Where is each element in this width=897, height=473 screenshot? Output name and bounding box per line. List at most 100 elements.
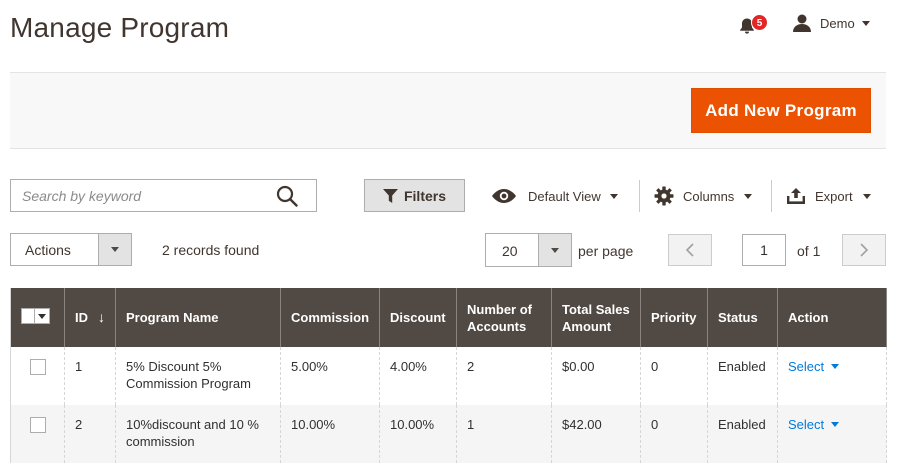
chevron-down-icon (862, 193, 871, 199)
cell-commission: 5.00% (280, 347, 380, 405)
column-header-status[interactable]: Status (707, 288, 778, 347)
column-header-label: Amount (562, 318, 612, 334)
column-header-total-sales-amount[interactable]: Total Sales Amount (551, 288, 641, 347)
cell-number-of-accounts: 2 (456, 347, 552, 405)
column-header-label: Number of (467, 301, 532, 317)
chevron-down-icon (831, 422, 840, 427)
user-name: Demo (820, 15, 855, 31)
column-header-label: Accounts (467, 318, 527, 334)
row-checkbox[interactable] (30, 359, 46, 375)
view-switcher-dropdown[interactable]: Default View (492, 184, 618, 208)
total-pages-label: of 1 (797, 243, 821, 259)
column-header-id[interactable]: ID ↓ (64, 288, 116, 347)
cell-status: Enabled (707, 405, 778, 463)
column-header-label: ID (75, 310, 88, 325)
row-action-select[interactable]: Select (788, 358, 840, 375)
cell-commission: 10.00% (280, 405, 380, 463)
gear-icon (654, 186, 674, 206)
page-title: Manage Program (10, 12, 230, 43)
program-name-text: Commission Program (126, 376, 251, 391)
cell-discount: 10.00% (379, 405, 457, 463)
column-header-program-name[interactable]: Program Name (115, 288, 281, 347)
page-actions-bar: Add New Program (10, 72, 886, 149)
chevron-down-icon (609, 193, 618, 199)
cell-priority: 0 (640, 405, 708, 463)
column-header-commission[interactable]: Commission (280, 288, 380, 347)
records-found-count: 2 records found (162, 242, 260, 258)
export-dropdown[interactable]: Export (787, 184, 871, 208)
chevron-down-icon (551, 247, 559, 253)
column-header-action: Action (777, 288, 887, 347)
cell-id: 1 (64, 347, 116, 405)
export-label: Export (815, 188, 853, 204)
mass-select-header (10, 288, 65, 347)
column-header-priority[interactable]: Priority (640, 288, 708, 347)
program-name-text: commission (126, 434, 195, 449)
row-action-select[interactable]: Select (788, 416, 840, 433)
programs-grid: ID ↓ Program Name Commission Discount Num… (10, 288, 887, 463)
cell-id: 2 (64, 405, 116, 463)
filters-button[interactable]: Filters (364, 179, 465, 212)
keyword-search (10, 179, 317, 212)
eye-icon (492, 189, 516, 203)
chevron-down-icon (861, 20, 870, 26)
cell-total-sales-amount: $0.00 (551, 347, 641, 405)
search-icon[interactable] (276, 185, 298, 207)
chevron-left-icon (686, 243, 694, 257)
table-row: 1 5% Discount 5% Commission Program 5.00%… (10, 347, 887, 405)
per-page-toggle[interactable] (538, 234, 571, 266)
chevron-down-icon (111, 247, 119, 252)
funnel-icon (382, 188, 398, 203)
row-checkbox[interactable] (30, 417, 46, 433)
chevron-right-icon (860, 243, 868, 257)
columns-dropdown[interactable]: Columns (654, 184, 753, 208)
select-label: Select (788, 359, 825, 374)
column-header-number-of-accounts[interactable]: Number of Accounts (456, 288, 552, 347)
notifications-count-badge: 5 (751, 14, 768, 31)
select-label: Select (788, 417, 825, 432)
cell-total-sales-amount: $42.00 (551, 405, 641, 463)
chevron-down-icon (35, 309, 49, 323)
sort-descending-icon: ↓ (98, 309, 105, 325)
mass-select-checkbox[interactable] (21, 308, 50, 324)
cell-program-name: 10%discount and 10 % commission (115, 405, 281, 463)
cell-discount: 4.00% (379, 347, 457, 405)
per-page-label: per page (578, 243, 634, 259)
per-page-value: 20 (502, 243, 518, 259)
cell-action: Select (777, 347, 887, 405)
user-account-menu[interactable]: Demo (792, 12, 870, 34)
actions-label: Actions (25, 242, 71, 258)
column-header-label: Total Sales (562, 301, 630, 317)
columns-label: Columns (683, 188, 735, 204)
view-label: Default View (528, 188, 601, 204)
grid-header-row: ID ↓ Program Name Commission Discount Num… (10, 288, 887, 347)
search-input[interactable] (11, 180, 271, 211)
next-page-button[interactable] (842, 234, 886, 266)
cell-number-of-accounts: 1 (456, 405, 552, 463)
add-new-program-button[interactable]: Add New Program (691, 88, 871, 133)
cell-program-name: 5% Discount 5% Commission Program (115, 347, 281, 405)
cell-status: Enabled (707, 347, 778, 405)
column-header-discount[interactable]: Discount (379, 288, 457, 347)
previous-page-button[interactable] (668, 234, 712, 266)
current-page-input[interactable] (742, 234, 786, 266)
mass-actions-dropdown[interactable]: Actions (10, 233, 132, 266)
checkbox (22, 309, 35, 323)
cell-priority: 0 (640, 347, 708, 405)
program-name-text: 10%discount and 10 % (126, 417, 259, 432)
program-name-text: 5% Discount 5% (126, 359, 222, 374)
toolbar-divider (771, 180, 772, 212)
notifications-button[interactable]: 5 (738, 14, 768, 38)
table-row: 2 10%discount and 10 % commission 10.00% … (10, 405, 887, 463)
chevron-down-icon (831, 364, 840, 369)
filters-label: Filters (403, 187, 446, 204)
export-icon (787, 188, 805, 204)
actions-toggle[interactable] (98, 234, 131, 265)
row-select-cell (10, 405, 65, 463)
cell-action: Select (777, 405, 887, 463)
row-select-cell (10, 347, 65, 405)
per-page-select[interactable]: 20 (485, 233, 572, 267)
user-icon (793, 14, 811, 32)
toolbar-divider (639, 180, 640, 212)
chevron-down-icon (744, 193, 753, 199)
